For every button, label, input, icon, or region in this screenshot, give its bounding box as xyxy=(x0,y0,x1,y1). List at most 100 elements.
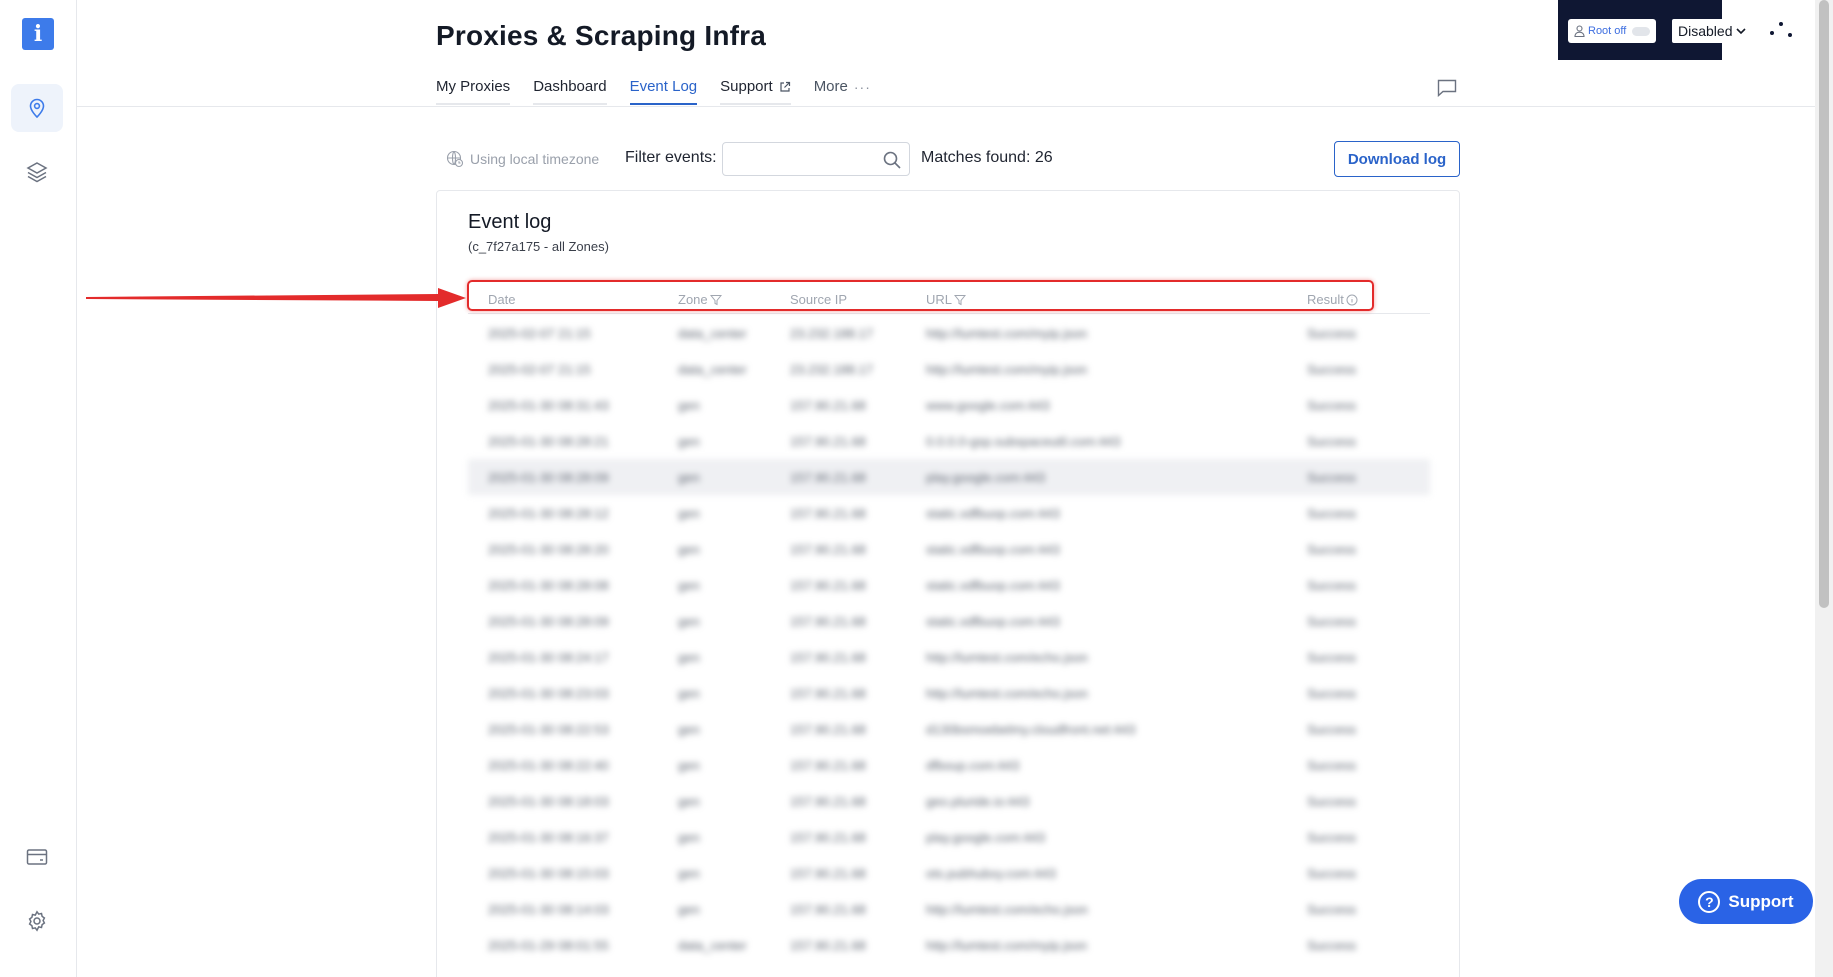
filter-label: Filter events: xyxy=(625,149,717,166)
cell-zone: gen xyxy=(678,542,700,557)
table-row[interactable]: 2025-01-30 08:18:03 gen 157.90.21.68 geo.pl… xyxy=(468,783,1430,819)
table-row[interactable]: 2025-01-30 08:16:37 gen 157.90.21.68 play.g… xyxy=(468,819,1430,855)
cell-source-ip: 157.90.21.68 xyxy=(790,758,866,773)
cell-url: d130bsmoebelmy.cloudfront.net:443 xyxy=(926,722,1136,737)
event-log-card: Event log (c_7f27a175 - all Zones) Date … xyxy=(436,190,1460,977)
cell-url: http://lumtest.com/echo.json xyxy=(926,650,1088,665)
cell-source-ip: 157.90.21.68 xyxy=(790,650,866,665)
tab-event-log[interactable]: Event Log xyxy=(629,78,698,105)
table-row[interactable]: 2025-01-30 08:14:03 gen 157.90.21.68 http:/… xyxy=(468,891,1430,927)
cell-url: http://lumtest.com/myip.json xyxy=(926,362,1088,377)
cell-source-ip: 157.90.21.68 xyxy=(790,938,866,953)
credit-card-icon xyxy=(26,849,48,865)
sidebar-item-layers[interactable] xyxy=(11,148,63,196)
table-row[interactable]: 2025-01-30 08:31:43 gen 157.90.21.68 www.go… xyxy=(468,387,1430,423)
info-circle-icon[interactable] xyxy=(1346,294,1358,306)
column-header-result[interactable]: Result xyxy=(1307,292,1358,307)
cell-zone: gen xyxy=(678,470,700,485)
cell-source-ip: 157.90.21.68 xyxy=(790,830,866,845)
table-row[interactable]: 2025-01-30 08:22:40 gen 157.90.21.68 dfboup… xyxy=(468,747,1430,783)
sidebar-item-proxies[interactable] xyxy=(11,84,63,132)
cell-url: http://lumtest.com/echo.json xyxy=(926,902,1088,917)
scrollbar-thumb[interactable] xyxy=(1819,0,1829,608)
mode-select[interactable]: Disabled xyxy=(1672,19,1749,43)
column-header-source-ip[interactable]: Source IP xyxy=(790,292,847,307)
cell-date: 2025-01-30 08:24:17 xyxy=(488,650,609,665)
cell-source-ip: 157.90.21.68 xyxy=(790,902,866,917)
chat-bubble-icon[interactable] xyxy=(1437,79,1457,97)
cell-source-ip: 157.90.21.68 xyxy=(790,542,866,557)
cell-date: 2025-01-30 08:18:03 xyxy=(488,794,609,809)
cell-result: Success xyxy=(1307,830,1357,845)
table-row[interactable]: 2025-01-30 08:22:53 gen 157.90.21.68 d130bs… xyxy=(468,711,1430,747)
column-header-date[interactable]: Date xyxy=(488,292,515,307)
cell-source-ip: 157.90.21.68 xyxy=(790,866,866,881)
external-link-icon xyxy=(780,81,790,92)
event-log-toolbar: Using local timezone Filter events: Matc… xyxy=(446,141,1460,177)
cell-result: Success xyxy=(1307,650,1357,665)
cell-result: Success xyxy=(1307,722,1357,737)
search-icon[interactable] xyxy=(882,150,902,170)
more-dots-icon: ··· xyxy=(853,78,871,95)
matches-count: Matches found: 26 xyxy=(921,149,1053,166)
cell-zone: gen xyxy=(678,614,700,629)
page-scrollbar[interactable] xyxy=(1815,0,1833,977)
table-row[interactable]: 2025-01-30 08:28:09 gen 157.90.21.68 play.g… xyxy=(468,459,1430,495)
cell-result: Success xyxy=(1307,758,1357,773)
table-row[interactable]: 2025-01-30 08:23:03 gen 157.90.21.68 http:/… xyxy=(468,675,1430,711)
column-header-url[interactable]: URL xyxy=(926,292,967,307)
cell-date: 2025-02-07 21:15 xyxy=(488,326,591,341)
location-pin-icon xyxy=(29,98,45,119)
cell-zone: data_center xyxy=(678,938,747,953)
cell-source-ip: 157.90.21.68 xyxy=(790,722,866,737)
root-toggle-button[interactable]: Root off xyxy=(1568,19,1656,43)
cell-zone: gen xyxy=(678,866,700,881)
cell-date: 2025-01-29 08:01:55 xyxy=(488,938,609,953)
table-row[interactable]: 2025-01-30 08:28:21 gen 157.90.21.68 0.0.0.… xyxy=(468,423,1430,459)
cell-date: 2025-01-30 08:15:03 xyxy=(488,866,609,881)
table-row[interactable]: 2025-01-29 08:01:55 data_center 157.90.21.… xyxy=(468,927,1430,963)
download-log-button[interactable]: Download log xyxy=(1334,141,1460,177)
tab-underline xyxy=(436,103,511,105)
root-toggle-label: Root off xyxy=(1588,25,1627,37)
tab-dashboard[interactable]: Dashboard xyxy=(533,78,607,105)
sidebar-item-settings[interactable] xyxy=(11,897,63,945)
cell-date: 2025-01-30 08:16:37 xyxy=(488,830,609,845)
cell-source-ip: 157.90.21.68 xyxy=(790,398,866,413)
cell-url: http://lumtest.com/echo.json xyxy=(926,686,1088,701)
table-row[interactable]: 2025-01-30 08:28:08 gen 157.90.21.68 static… xyxy=(468,567,1430,603)
table-row[interactable]: 2025-01-30 08:24:17 gen 157.90.21.68 http:/… xyxy=(468,639,1430,675)
cell-result: Success xyxy=(1307,902,1357,917)
tab-support[interactable]: Support xyxy=(720,78,791,105)
filter-funnel-icon[interactable] xyxy=(709,294,722,306)
column-header-zone[interactable]: Zone xyxy=(678,292,722,307)
cell-source-ip: 157.90.21.68 xyxy=(790,506,866,521)
sidebar-item-billing[interactable] xyxy=(11,833,63,881)
table-row[interactable]: 2025-01-30 08:28:12 gen 157.90.21.68 static… xyxy=(468,495,1430,531)
tab-bar: My Proxies Dashboard Event Log Support M… xyxy=(436,78,894,105)
table-row[interactable]: 2025-02-07 21:15 data_center 23.232.188.17… xyxy=(468,315,1430,351)
cell-result: Success xyxy=(1307,542,1357,557)
table-row[interactable]: 2025-01-30 08:15:03 gen 157.90.21.68 ots.pu… xyxy=(468,855,1430,891)
floating-support-button[interactable]: ? Support xyxy=(1679,879,1813,924)
tab-more[interactable]: More ··· xyxy=(814,78,871,105)
table-row[interactable]: 2025-01-30 08:28:09 gen 157.90.21.68 static… xyxy=(468,603,1430,639)
user-icon xyxy=(1574,25,1585,37)
info-logo-icon[interactable]: i xyxy=(22,18,54,50)
filter-funnel-icon[interactable] xyxy=(954,294,967,306)
cell-zone: gen xyxy=(678,434,700,449)
table-row[interactable]: 2025-01-30 08:28:20 gen 157.90.21.68 static… xyxy=(468,531,1430,567)
cell-zone: gen xyxy=(678,902,700,917)
table-row[interactable]: 2025-02-07 21:15 data_center 23.232.188.17… xyxy=(468,351,1430,387)
chevron-down-icon xyxy=(1736,27,1747,34)
root-toggle-switch[interactable] xyxy=(1632,26,1651,36)
tab-underline xyxy=(720,103,791,105)
timezone-indicator: Using local timezone xyxy=(446,150,599,168)
cell-zone: gen xyxy=(678,578,700,593)
cell-url: http://lumtest.com/myip.json xyxy=(926,938,1088,953)
cell-result: Success xyxy=(1307,794,1357,809)
cell-url: http://lumtest.com/myip.json xyxy=(926,326,1088,341)
tab-my-proxies[interactable]: My Proxies xyxy=(436,78,511,105)
cell-url: static.xdfbuop.com:443 xyxy=(926,578,1060,593)
sliders-icon[interactable] xyxy=(1768,16,1794,44)
